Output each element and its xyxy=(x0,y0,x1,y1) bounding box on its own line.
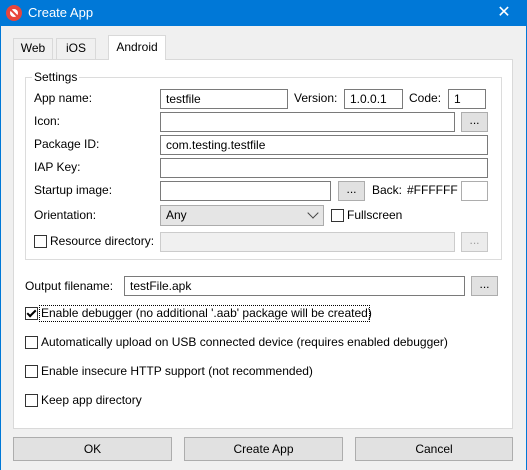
output-filename-label: Output filename: xyxy=(25,279,114,293)
tab-android[interactable]: Android xyxy=(108,35,166,60)
keep-app-directory-checkbox[interactable] xyxy=(25,394,38,407)
settings-group-label: Settings xyxy=(32,70,80,84)
app-name-input[interactable]: testfile xyxy=(160,89,288,109)
fullscreen-checkbox[interactable] xyxy=(331,209,344,222)
resource-directory-browse-button: ... xyxy=(461,232,488,252)
enable-debugger-label[interactable]: Enable debugger (no additional '.aab' pa… xyxy=(41,306,372,320)
code-label: Code: xyxy=(409,91,442,105)
cancel-button[interactable]: Cancel xyxy=(355,437,513,461)
tab-ios[interactable]: iOS xyxy=(56,38,96,59)
startup-image-label: Startup image: xyxy=(34,183,113,197)
version-input[interactable]: 1.0.0.1 xyxy=(344,89,403,109)
resource-directory-label[interactable]: Resource directory: xyxy=(50,234,154,248)
iap-key-input[interactable] xyxy=(160,158,488,178)
icon-browse-button[interactable]: ... xyxy=(461,112,488,132)
close-button[interactable]: ✕ xyxy=(481,0,527,26)
chevron-down-icon xyxy=(307,207,319,219)
resource-directory-input xyxy=(160,232,455,252)
icon-input[interactable] xyxy=(160,112,455,132)
orientation-label: Orientation: xyxy=(34,208,97,222)
resource-directory-checkbox[interactable] xyxy=(34,235,47,248)
insecure-http-checkbox[interactable] xyxy=(25,365,38,378)
window-title: Create App xyxy=(28,5,94,20)
back-color-value: #FFFFFF xyxy=(407,183,458,197)
ok-button[interactable]: OK xyxy=(13,437,172,461)
startup-image-input[interactable] xyxy=(160,181,331,201)
back-color-swatch[interactable] xyxy=(461,181,488,201)
checkmark-icon xyxy=(26,307,37,318)
package-id-input[interactable]: com.testing.testfile xyxy=(160,135,488,155)
app-icon xyxy=(6,5,22,21)
enable-debugger-checkbox[interactable] xyxy=(25,307,38,320)
orientation-dropdown[interactable]: Any xyxy=(160,205,324,226)
insecure-http-label[interactable]: Enable insecure HTTP support (not recomm… xyxy=(41,364,313,378)
package-id-label: Package ID: xyxy=(34,137,100,151)
title-bar: Create App ✕ xyxy=(0,0,527,26)
iap-key-label: IAP Key: xyxy=(34,160,81,174)
tab-web[interactable]: Web xyxy=(13,38,53,59)
output-filename-browse-button[interactable]: ... xyxy=(471,276,498,296)
fullscreen-label[interactable]: Fullscreen xyxy=(347,208,402,222)
orientation-selected-value: Any xyxy=(166,208,187,222)
back-color-label: Back: xyxy=(372,183,403,197)
code-input[interactable]: 1 xyxy=(448,89,486,109)
icon-label: Icon: xyxy=(34,114,61,128)
auto-upload-label[interactable]: Automatically upload on USB connected de… xyxy=(41,335,448,349)
version-label: Version: xyxy=(294,91,338,105)
startup-image-browse-button[interactable]: ... xyxy=(338,181,365,201)
output-filename-input[interactable]: testFile.apk xyxy=(124,276,465,296)
keep-app-directory-label[interactable]: Keep app directory xyxy=(41,393,142,407)
auto-upload-checkbox[interactable] xyxy=(25,336,38,349)
create-app-button[interactable]: Create App xyxy=(184,437,343,461)
window-border-left xyxy=(0,26,1,470)
app-name-label: App name: xyxy=(34,91,93,105)
